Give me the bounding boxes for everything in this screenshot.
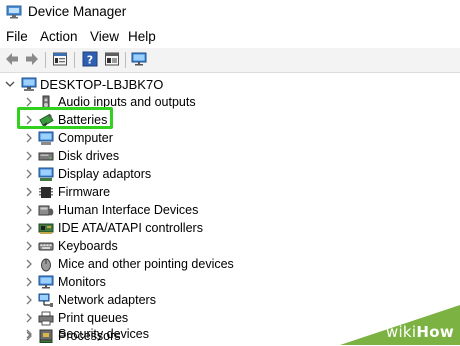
tree-item-label: Firmware — [58, 185, 111, 199]
svg-text:?: ? — [87, 54, 93, 67]
toolbar-separator — [74, 52, 75, 68]
monitor-icon — [38, 275, 54, 289]
chevron-right-icon[interactable] — [24, 150, 34, 162]
firmware-chip-icon — [39, 187, 53, 198]
menu-help[interactable]: Help — [128, 29, 156, 44]
menu-view[interactable]: View — [90, 29, 119, 44]
toolbar-separator — [45, 52, 46, 68]
tree-item-human-interface-devices[interactable]: Human Interface Devices — [0, 201, 460, 220]
device-manager-app-icon — [6, 5, 22, 19]
help-icon[interactable]: ? — [82, 51, 98, 67]
tree-item-disk-drives[interactable]: Disk drives — [0, 147, 460, 166]
tree-item-label: Print queues — [58, 311, 129, 325]
tree-item-keyboards[interactable]: Keyboards — [0, 237, 460, 256]
tree-item-label: Network adapters — [58, 293, 156, 307]
hid-icon — [38, 205, 54, 216]
device-list-icon[interactable] — [104, 51, 120, 67]
tree-item-firmware[interactable]: Firmware — [0, 183, 460, 202]
menu-file[interactable]: File — [6, 29, 28, 44]
display-adapter-icon — [38, 167, 54, 181]
tree-item-ide-ata-atapi[interactable]: IDE ATA/ATAPI controllers — [0, 219, 460, 238]
chevron-right-icon[interactable] — [24, 168, 34, 180]
chevron-right-icon[interactable] — [24, 294, 34, 306]
tree-item-label: Mice and other pointing devices — [58, 257, 234, 271]
chevron-right-icon[interactable] — [24, 222, 34, 234]
toolbar-separator — [125, 52, 126, 68]
tree-item-label: IDE ATA/ATAPI controllers — [58, 221, 203, 235]
tree-item-label: Security devices — [58, 327, 150, 341]
menu-action[interactable]: Action — [40, 29, 78, 44]
chevron-right-icon[interactable] — [24, 328, 34, 340]
disk-drive-icon — [38, 152, 54, 161]
tree-item-label: Human Interface Devices — [58, 203, 199, 217]
wikihow-watermark: wikiHow — [385, 323, 454, 341]
tree-item-label: Display adaptors — [58, 167, 152, 181]
tree-item-label: Disk drives — [58, 149, 120, 163]
window-title: Device Manager — [28, 4, 127, 19]
chevron-right-icon[interactable] — [24, 204, 34, 216]
batteries-highlight-box — [17, 107, 113, 129]
chevron-right-icon[interactable] — [24, 240, 34, 252]
chevron-right-icon[interactable] — [24, 258, 34, 270]
back-arrow-icon[interactable] — [4, 51, 20, 67]
chevron-right-icon[interactable] — [24, 276, 34, 288]
computer-root-icon — [21, 77, 37, 91]
keyboard-icon — [38, 242, 54, 251]
tree-item-display-adaptors[interactable]: Display adaptors — [0, 165, 460, 184]
monitor-scan-icon[interactable] — [131, 51, 147, 67]
chevron-down-icon[interactable] — [5, 78, 15, 90]
tree-item-label: Computer — [58, 131, 113, 145]
forward-arrow-icon[interactable] — [24, 51, 40, 67]
tree-item-monitors[interactable]: Monitors — [0, 273, 460, 292]
computer-icon — [38, 131, 54, 145]
mouse-icon — [41, 258, 51, 272]
properties-icon[interactable] — [52, 51, 68, 67]
tree-root[interactable]: DESKTOP-LBJBK7O — [0, 75, 460, 94]
tree-item-computer[interactable]: Computer — [0, 129, 460, 148]
tree-item-label: Monitors — [58, 275, 106, 289]
title-bar: Device Manager — [0, 0, 460, 27]
ide-controller-icon — [38, 223, 54, 234]
network-adapter-icon — [38, 293, 53, 307]
tree-item-mice[interactable]: Mice and other pointing devices — [0, 255, 460, 274]
chevron-right-icon[interactable] — [24, 186, 34, 198]
security-device-icon — [39, 329, 53, 341]
printer-icon — [38, 311, 54, 326]
chevron-right-icon[interactable] — [24, 132, 34, 144]
toolbar: ? — [0, 48, 460, 73]
tree-root-label: DESKTOP-LBJBK7O — [40, 77, 164, 92]
tree-item-label: Keyboards — [58, 239, 118, 253]
menu-bar: File Action View Help — [0, 26, 460, 48]
chevron-right-icon[interactable] — [24, 312, 34, 324]
